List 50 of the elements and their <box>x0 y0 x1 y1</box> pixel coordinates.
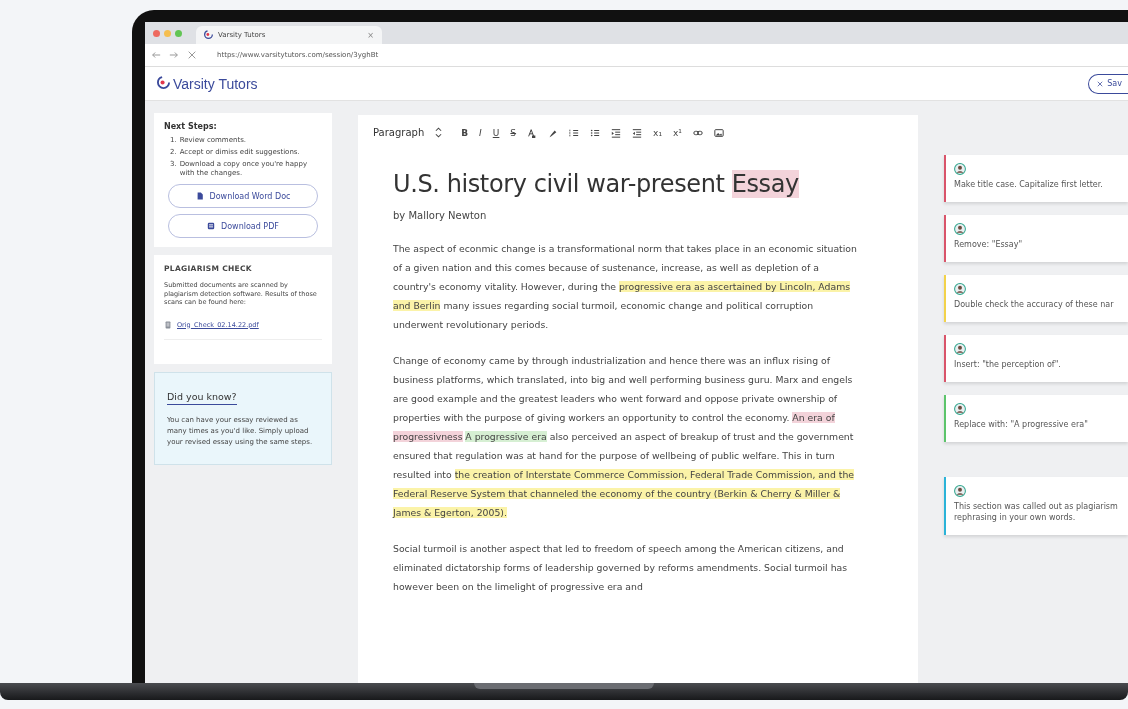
document-icon <box>207 222 216 230</box>
bulleted-list-icon[interactable] <box>590 127 601 138</box>
author-line: by Mallory Newton <box>393 210 488 221</box>
essay-paragraph: Social turmoil is another aspect that led to freedom of speech among the American citizens, and eliminated dictatorship forms of leadership governed by reforms amendments. Social turmoil has however been on the limelight of progressive era and <box>393 542 849 594</box>
font-color-icon[interactable] <box>527 127 538 138</box>
superscript-button[interactable]: x¹ <box>673 127 682 138</box>
comment-text: Remove: "Essay" <box>954 239 1024 250</box>
image-icon[interactable] <box>713 127 724 138</box>
document-title: U.S. history civil war-present Essay <box>393 170 800 198</box>
save-button[interactable]: Sav <box>1088 73 1128 94</box>
download-pdf-button[interactable]: Download PDF <box>168 214 318 238</box>
comment-card[interactable]: This section was called out as plagiarism rephrasing in your own words. <box>944 477 1128 535</box>
card-title: Did you know? <box>167 390 237 405</box>
format-dropdown[interactable]: Paragraph <box>373 127 425 138</box>
comment-card[interactable]: Insert: "the perception of". <box>944 335 1128 382</box>
essay-paragraph: Change of economy came by through industrialization and hence there was an influx rising of business platforms, which translated, into big and well performing business guru. Marx and engels are good example and the greatest leaders who went forward and oppose private ownership of properties with the purpose of giving workers an opportunity to control the economy. An era of progressivness A progressive era also perceived an aspect of breakup of trust and the government ensured that regulation was at hand for the purpose of wellbeing of public welfare. This in turn resulted into the creation of Interstate Commerce Commission, Federal Trade Commission, and the Federal Reserve System that channeled the economy of the country (Berkin & Cherry & Miller & James & Egerton, 2005). <box>393 354 856 520</box>
comment-text: Make title case. Capitalize first letter. <box>954 179 1104 190</box>
underline-button[interactable]: U <box>492 127 500 138</box>
comment-card[interactable]: Double check the accuracy of these nar <box>944 275 1128 322</box>
comment-text: Replace with: "A progressive era" <box>954 419 1089 430</box>
bold-button[interactable]: B <box>461 127 469 138</box>
attachment-icon <box>164 320 172 329</box>
logo-icon <box>157 76 170 89</box>
updown-icon <box>435 127 443 138</box>
comment-card[interactable]: Make title case. Capitalize first letter. <box>944 155 1128 202</box>
avatar-icon <box>954 403 966 415</box>
avatar-icon <box>954 485 966 497</box>
numbered-list-icon[interactable] <box>569 127 580 138</box>
close-icon[interactable] <box>187 50 197 60</box>
card-title: Next Steps: <box>164 122 218 131</box>
comment-text: Double check the accuracy of these nar <box>954 299 1115 310</box>
file-icon <box>195 192 204 200</box>
comment-text: Insert: "the perception of". <box>954 359 1062 370</box>
indent-icon[interactable] <box>611 127 622 138</box>
logo-icon <box>204 29 213 39</box>
comment-card[interactable]: Remove: "Essay" <box>944 215 1128 262</box>
strikethrough-button[interactable]: S <box>510 127 517 138</box>
comment-card[interactable]: Replace with: "A progressive era" <box>944 395 1128 442</box>
avatar-icon <box>954 343 966 355</box>
subscript-button[interactable]: x₁ <box>653 127 662 138</box>
comment-text: This section was called out as plagiarism rephrasing in your own words. <box>954 501 1119 523</box>
avatar-icon <box>954 223 966 235</box>
avatar-icon <box>954 163 966 175</box>
essay-paragraph: The aspect of econmic change is a transformational norm that takes place in an economic situation of a given nation and this comes because of sustenance, increase, as well as depletion of a country's economy vitality. However, during the progressive era as ascertained by Lincoln, Adams and Berlin many issues regarding social turmoil, economic change and political corruption underwent revolutionary periods. <box>393 242 858 332</box>
close-icon <box>1097 80 1104 87</box>
download-word-button[interactable]: Download Word Doc <box>168 184 318 208</box>
italic-button[interactable]: I <box>479 127 482 138</box>
outdent-icon[interactable] <box>632 127 643 138</box>
logo-text: Varsity Tutors <box>173 75 258 92</box>
avatar-icon <box>954 283 966 295</box>
